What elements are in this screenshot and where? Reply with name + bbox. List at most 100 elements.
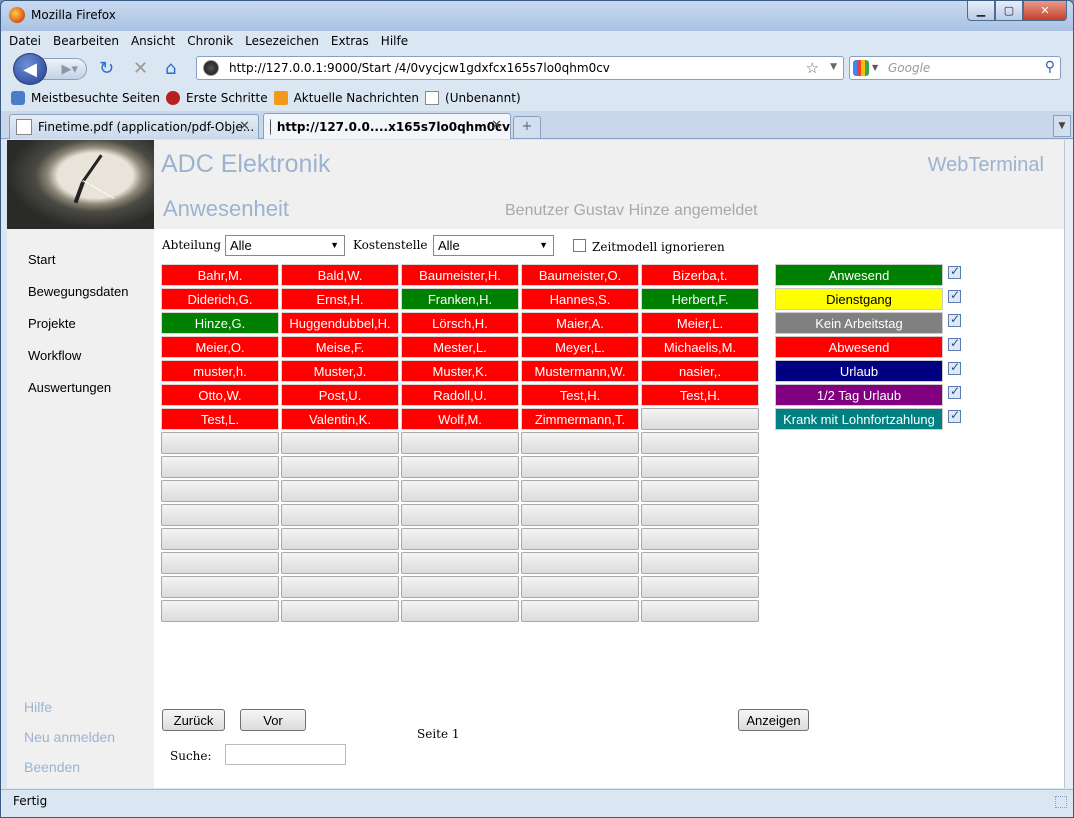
reload-icon[interactable]: ↻ bbox=[99, 58, 114, 79]
sidebar-link-hilfe[interactable]: Hilfe bbox=[24, 699, 52, 715]
employee-button[interactable]: Valentin,K. bbox=[281, 408, 399, 430]
legend-checkbox[interactable] bbox=[948, 336, 961, 351]
sidebar-link-beenden[interactable]: Beenden bbox=[24, 759, 80, 775]
employee-button[interactable]: Meise,F. bbox=[281, 336, 399, 358]
stop-icon[interactable]: ✕ bbox=[133, 58, 148, 79]
bookmark-erste-schritte[interactable]: Erste Schritte bbox=[166, 91, 268, 105]
maximize-button[interactable]: ▢ bbox=[995, 1, 1023, 21]
menu-chronik[interactable]: Chronik bbox=[187, 34, 233, 48]
legend-checkbox[interactable] bbox=[948, 312, 961, 327]
employee-button[interactable]: Maier,A. bbox=[521, 312, 639, 334]
sidebar-item-start[interactable]: Start bbox=[28, 252, 55, 267]
tab-close-icon[interactable]: ✕ bbox=[491, 118, 502, 133]
empty-slot-button[interactable] bbox=[521, 504, 639, 526]
empty-slot-button[interactable] bbox=[521, 432, 639, 454]
empty-slot-button[interactable] bbox=[401, 432, 519, 454]
empty-slot-button[interactable] bbox=[521, 552, 639, 574]
legend-checkbox[interactable] bbox=[948, 288, 961, 303]
zurueck-button[interactable]: Zurück bbox=[162, 709, 225, 731]
bookmark-meistbesuchte[interactable]: Meistbesuchte Seiten bbox=[11, 91, 160, 105]
empty-slot-button[interactable] bbox=[281, 552, 399, 574]
sidebar-item-projekte[interactable]: Projekte bbox=[28, 316, 76, 331]
empty-slot-button[interactable] bbox=[161, 456, 279, 478]
empty-slot-button[interactable] bbox=[401, 576, 519, 598]
empty-slot-button[interactable] bbox=[161, 504, 279, 526]
empty-slot-button[interactable] bbox=[281, 456, 399, 478]
employee-button[interactable]: Baumeister,O. bbox=[521, 264, 639, 286]
empty-slot-button[interactable] bbox=[521, 576, 639, 598]
employee-button[interactable]: Ernst,H. bbox=[281, 288, 399, 310]
search-bar[interactable]: ▼ Google ⚲ bbox=[849, 56, 1061, 80]
employee-button[interactable]: Meyer,L. bbox=[521, 336, 639, 358]
back-button[interactable]: ◀ bbox=[13, 53, 47, 85]
empty-slot-button[interactable] bbox=[401, 480, 519, 502]
employee-button[interactable]: Hannes,S. bbox=[521, 288, 639, 310]
employee-button[interactable]: Meier,L. bbox=[641, 312, 759, 334]
employee-button[interactable]: Test,H. bbox=[521, 384, 639, 406]
google-icon[interactable] bbox=[853, 60, 869, 76]
employee-button[interactable]: nasier,. bbox=[641, 360, 759, 382]
empty-slot-button[interactable] bbox=[521, 480, 639, 502]
employee-button[interactable]: Franken,H. bbox=[401, 288, 519, 310]
sidebar-item-auswertungen[interactable]: Auswertungen bbox=[28, 380, 111, 395]
empty-slot-button[interactable] bbox=[401, 528, 519, 550]
menu-extras[interactable]: Extras bbox=[331, 34, 369, 48]
sidebar-item-workflow[interactable]: Workflow bbox=[28, 348, 81, 363]
employee-button[interactable]: Test,H. bbox=[641, 384, 759, 406]
new-tab-button[interactable]: + bbox=[513, 116, 541, 138]
empty-slot-button[interactable] bbox=[281, 600, 399, 622]
search-input[interactable] bbox=[225, 744, 346, 765]
employee-button[interactable]: Muster,J. bbox=[281, 360, 399, 382]
empty-slot-button[interactable] bbox=[281, 576, 399, 598]
empty-slot-button[interactable] bbox=[281, 432, 399, 454]
tab-webterminal[interactable]: http://127.0.0....x165s7lo0qhm0cv ✕ bbox=[263, 113, 511, 139]
empty-slot-button[interactable] bbox=[401, 552, 519, 574]
kostenstelle-select[interactable]: Alle ▼ bbox=[433, 235, 554, 256]
tab-close-icon[interactable]: ✕ bbox=[239, 119, 250, 134]
sidebar-item-bewegungsdaten[interactable]: Bewegungsdaten bbox=[28, 284, 128, 299]
legend-checkbox[interactable] bbox=[948, 264, 961, 279]
legend-checkbox[interactable] bbox=[948, 408, 961, 423]
menu-bearbeiten[interactable]: Bearbeiten bbox=[53, 34, 119, 48]
menu-datei[interactable]: Datei bbox=[9, 34, 41, 48]
empty-slot-button[interactable] bbox=[281, 480, 399, 502]
legend-checkbox[interactable] bbox=[948, 360, 961, 375]
employee-button[interactable]: Lörsch,H. bbox=[401, 312, 519, 334]
menu-hilfe[interactable]: Hilfe bbox=[381, 34, 408, 48]
employee-button[interactable]: Bizerba,t. bbox=[641, 264, 759, 286]
magnifier-icon[interactable]: ⚲ bbox=[1045, 59, 1055, 75]
vertical-scrollbar[interactable] bbox=[1064, 140, 1073, 788]
employee-button[interactable]: Michaelis,M. bbox=[641, 336, 759, 358]
forward-button[interactable]: ▶▾ bbox=[41, 58, 87, 80]
bookmark-unbenannt[interactable]: (Unbenannt) bbox=[425, 91, 521, 105]
empty-slot-button[interactable] bbox=[641, 480, 759, 502]
empty-slot-button[interactable] bbox=[401, 456, 519, 478]
empty-slot-button[interactable] bbox=[281, 528, 399, 550]
legend-checkbox[interactable] bbox=[948, 384, 961, 399]
employee-button[interactable]: Herbert,F. bbox=[641, 288, 759, 310]
empty-slot-button[interactable] bbox=[641, 576, 759, 598]
employee-button[interactable]: Radoll,U. bbox=[401, 384, 519, 406]
resize-grip-icon[interactable] bbox=[1055, 796, 1067, 808]
empty-slot-button[interactable] bbox=[641, 456, 759, 478]
employee-button[interactable]: Meier,O. bbox=[161, 336, 279, 358]
employee-button[interactable]: Mester,L. bbox=[401, 336, 519, 358]
menu-ansicht[interactable]: Ansicht bbox=[131, 34, 175, 48]
tab-list-dropdown-icon[interactable]: ▼ bbox=[1053, 115, 1071, 137]
bookmark-star-icon[interactable]: ☆ bbox=[806, 59, 819, 77]
empty-slot-button[interactable] bbox=[641, 528, 759, 550]
empty-slot-button[interactable] bbox=[521, 600, 639, 622]
url-dropdown-icon[interactable]: ▼ bbox=[830, 62, 837, 72]
empty-slot-button[interactable] bbox=[161, 576, 279, 598]
empty-slot-button[interactable] bbox=[281, 504, 399, 526]
employee-button[interactable]: Bald,W. bbox=[281, 264, 399, 286]
empty-slot-button[interactable] bbox=[521, 456, 639, 478]
empty-slot-button[interactable] bbox=[641, 504, 759, 526]
minimize-button[interactable]: ▁ bbox=[967, 1, 995, 21]
employee-button[interactable]: Mustermann,W. bbox=[521, 360, 639, 382]
empty-slot-button[interactable] bbox=[161, 480, 279, 502]
empty-slot-button[interactable] bbox=[401, 600, 519, 622]
url-bar[interactable]: http://127.0.0.1:9000/Start /4/0vycjcw1g… bbox=[196, 56, 844, 80]
search-engine-dropdown-icon[interactable]: ▼ bbox=[872, 63, 878, 72]
empty-slot-button[interactable] bbox=[641, 432, 759, 454]
